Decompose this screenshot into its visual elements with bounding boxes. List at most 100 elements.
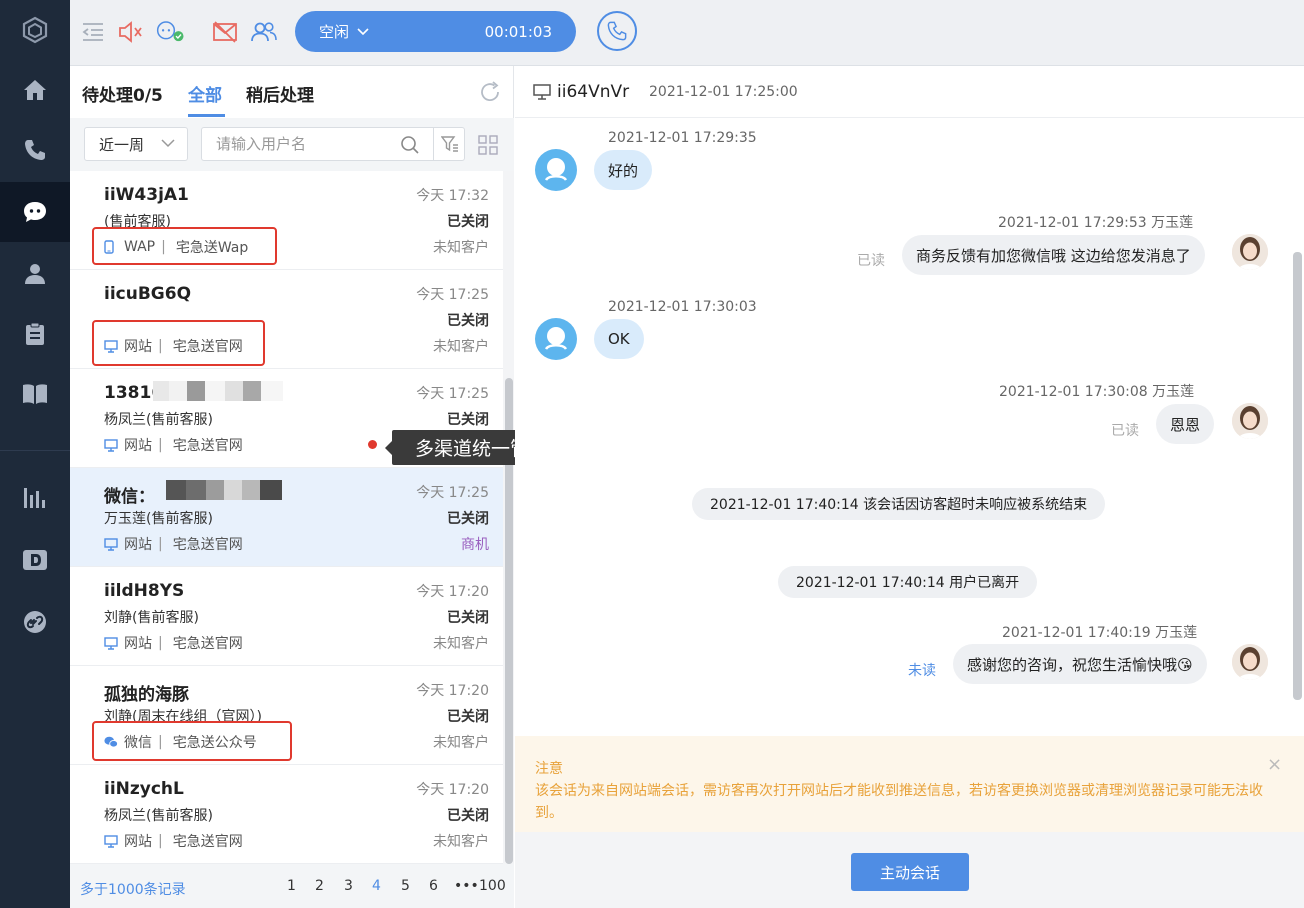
session-item-selected[interactable]: 微信： 万玉莲(售前客服) 网站 | 宅急送官网 今天 17:25 已关闭 商机 [70, 468, 503, 567]
agent-status-selector[interactable]: 空闲 00:01:03 [295, 11, 576, 52]
period-select[interactable]: 近一周 [84, 127, 188, 161]
monitor-icon [104, 438, 118, 452]
session-state: 已关闭 [447, 412, 489, 428]
session-item[interactable]: iiW43jA1 (售前客服) WAP | 宅急送Wap 今天 17:32 已关… [70, 171, 503, 270]
status-timer: 00:01:03 [484, 22, 552, 41]
tab-all[interactable]: 全部 [188, 81, 222, 106]
search-input[interactable] [202, 128, 430, 160]
phone-icon [25, 140, 45, 160]
nav-tickets[interactable] [0, 304, 70, 364]
start-conversation-button[interactable]: 主动会话 [851, 853, 969, 891]
nav-chat[interactable] [0, 182, 70, 242]
session-time: 今天 17:25 [416, 485, 489, 501]
monitor-icon [104, 636, 118, 650]
page-6[interactable]: 6 [429, 878, 438, 894]
chat-online-icon[interactable] [156, 17, 186, 47]
home-icon [24, 80, 46, 100]
session-state: 已关闭 [447, 313, 489, 329]
monitor-icon [104, 834, 118, 848]
session-state: 已关闭 [447, 511, 489, 527]
notice-title: 注意 [535, 761, 563, 777]
call-button[interactable] [597, 11, 637, 51]
active-tab-indicator [188, 114, 225, 117]
session-item[interactable]: iiNzychL 杨凤兰(售前客服) 网站 | 宅急送官网 今天 17:20 已… [70, 765, 503, 864]
nav-contacts[interactable] [0, 244, 70, 304]
session-tabs: 待处理0/5 全部 稍后处理 [70, 66, 514, 118]
visitor-name: 微信： [104, 487, 155, 507]
session-time: 今天 17:25 [416, 287, 489, 303]
separator: | [158, 536, 163, 552]
mute-icon[interactable] [115, 17, 145, 47]
page-2[interactable]: 2 [315, 878, 324, 894]
page-4[interactable]: 4 [372, 878, 381, 894]
tooltip-marker [368, 440, 377, 449]
session-state: 已关闭 [447, 808, 489, 824]
visitor-name: iicuBG6Q [104, 284, 192, 304]
redacted-text [153, 381, 283, 401]
visitor-avatar [535, 149, 577, 191]
tab-pending[interactable]: 待处理0/5 [82, 81, 163, 106]
record-count: 多于1000条记录 [80, 882, 186, 898]
page-5[interactable]: 5 [401, 878, 410, 894]
logo-icon [0, 0, 70, 60]
mail-off-icon[interactable] [210, 17, 240, 47]
customer-type: 商机 [461, 537, 489, 553]
channel-type: 网站 [124, 537, 152, 553]
highlight-box [92, 320, 265, 366]
nav-divider [0, 450, 70, 451]
visitor-name: iiW43jA1 [104, 185, 189, 205]
read-status: 未读 [908, 663, 936, 679]
agent-message: 恩恩 [1156, 404, 1215, 444]
read-status: 已读 [1111, 423, 1139, 439]
session-state: 已关闭 [447, 214, 489, 230]
customer-type: 未知客户 [433, 834, 489, 850]
grid-view-icon[interactable] [478, 135, 498, 155]
nav-reports[interactable] [0, 468, 70, 528]
user-icon [25, 264, 45, 284]
filter-button[interactable] [433, 128, 465, 160]
channel-type: 网站 [124, 636, 152, 652]
nav-knowledge[interactable] [0, 364, 70, 424]
nav-integrations[interactable] [0, 592, 70, 652]
session-list: iiW43jA1 (售前客服) WAP | 宅急送Wap 今天 17:32 已关… [70, 171, 503, 864]
session-item[interactable]: iildH8YS 刘静(售前客服) 网站 | 宅急送官网 今天 17:20 已关… [70, 567, 503, 666]
system-message: 2021-12-01 17:40:14 用户已离开 [778, 566, 1038, 598]
page-100[interactable]: 100 [479, 878, 506, 894]
team-icon[interactable] [249, 17, 279, 47]
separator: | [158, 437, 163, 453]
link-icon [24, 611, 46, 633]
page-1[interactable]: 1 [287, 878, 296, 894]
collapse-menu-icon[interactable] [78, 17, 108, 47]
visitor-message: OK [594, 319, 644, 359]
tab-later[interactable]: 稍后处理 [246, 81, 314, 106]
channel-type: 网站 [124, 438, 152, 454]
nav-phone[interactable] [0, 120, 70, 180]
bar-chart-icon [24, 488, 45, 508]
agent-group: 杨凤兰(售前客服) [104, 808, 213, 824]
session-item[interactable]: 孤独的海豚 刘静(周末在线组（官网）) 微信 | 宅急送公众号 今天 17:20… [70, 666, 503, 765]
chat-scrollbar[interactable] [1293, 252, 1302, 700]
session-item[interactable]: iicuBG6Q 网站 | 宅急送官网 今天 17:25 已关闭 未知客户 [70, 270, 503, 369]
agent-group: 万玉莲(售前客服) [104, 511, 213, 527]
filter-bar: 近一周 [70, 118, 514, 171]
chat-visitor-id: ii64VnVr [557, 82, 630, 102]
agent-avatar [1232, 403, 1268, 439]
refresh-icon[interactable] [478, 80, 502, 104]
close-icon[interactable]: × [1267, 754, 1282, 775]
d-letter-icon [23, 550, 47, 570]
message-time: 2021-12-01 17:40:19 万玉莲 [1002, 625, 1198, 641]
agent-group: 杨凤兰(售前客服) [104, 412, 213, 428]
redacted-text [166, 480, 282, 500]
nav-dashboard[interactable] [0, 530, 70, 590]
visitor-name: iildH8YS [104, 581, 185, 601]
status-label: 空闲 [319, 23, 350, 41]
session-time: 今天 17:25 [416, 386, 489, 402]
phone-icon [607, 21, 627, 41]
nav-home[interactable] [0, 60, 70, 120]
page-ellipsis[interactable]: ••• [454, 878, 479, 894]
page-3[interactable]: 3 [344, 878, 353, 894]
period-select-value: 近一周 [99, 135, 145, 154]
chevron-down-icon [357, 27, 369, 35]
separator: | [158, 833, 163, 849]
search-icon[interactable] [400, 135, 420, 155]
